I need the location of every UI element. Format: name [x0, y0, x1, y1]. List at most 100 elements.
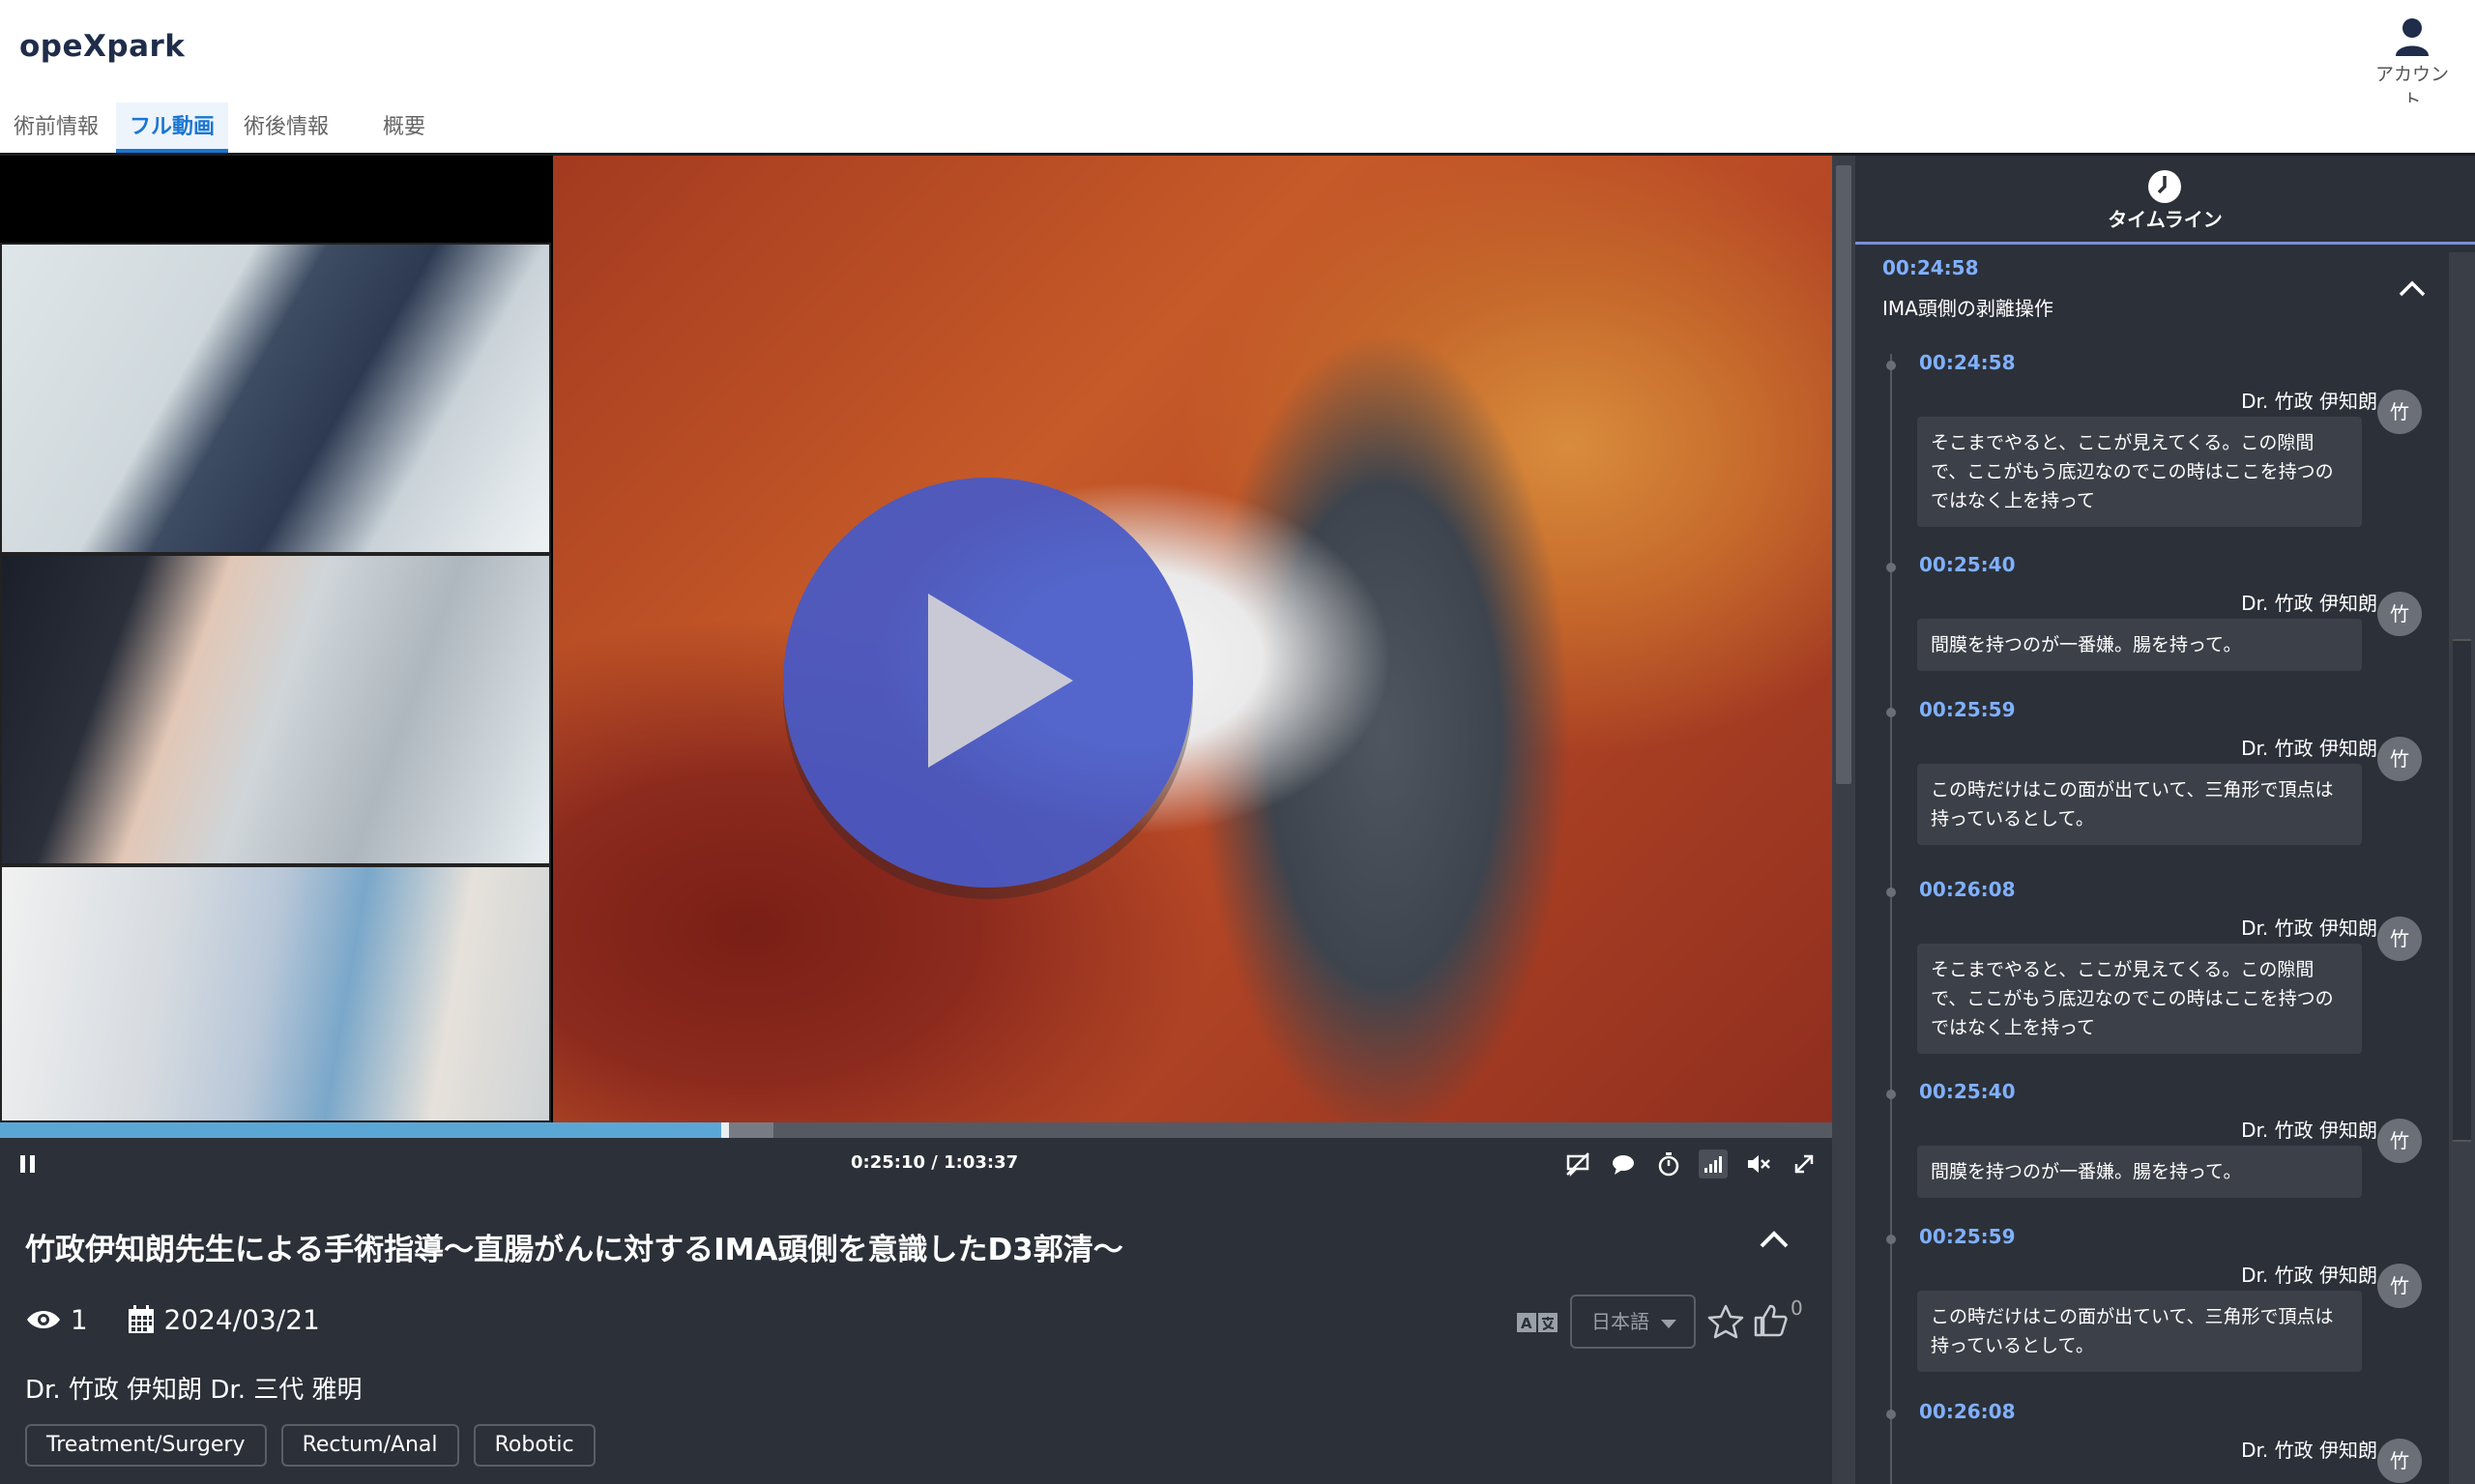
language-select[interactable]: 日本語: [1570, 1295, 1696, 1349]
entry-timestamp[interactable]: 00:26:08: [1919, 1400, 2016, 1423]
comment-bubble: この時だけはこの面が出ていて、三角形で頂点は持っているとして。: [1917, 1291, 2362, 1372]
played-bar: [0, 1122, 725, 1138]
timeline-tab-label: タイムライン: [2108, 208, 2223, 231]
comments-button[interactable]: [1609, 1149, 1638, 1178]
timeline-panel: タイムライン 00:24:58 IMA頭側の剥離操作 00:24:58 Dr. …: [1855, 156, 2475, 1484]
video-meta: 1 2024/03/21: [25, 1302, 320, 1336]
star-icon: [1707, 1304, 1744, 1339]
like-button[interactable]: [1752, 1302, 1789, 1343]
signal-bars-icon: [1704, 1156, 1722, 1173]
entry-author: Dr. 竹政 伊知朗: [2241, 917, 2377, 940]
entry-timestamp[interactable]: 00:26:08: [1919, 878, 2016, 901]
camera-view-console-2: [0, 554, 551, 865]
entry-timestamp[interactable]: 00:25:40: [1919, 553, 2016, 576]
page-scrollbar-thumb[interactable]: [1836, 165, 1851, 784]
comment-off-icon: [1566, 1152, 1589, 1178]
expand-icon: [1794, 1154, 1814, 1174]
play-icon: [928, 594, 1073, 768]
timeline-tab[interactable]: タイムライン: [1855, 156, 2475, 245]
tab-bar: 術前情報 フル動画 術後情報 概要: [0, 102, 2475, 156]
avatar: 竹: [2377, 592, 2422, 636]
avatar: 竹: [2377, 1264, 2422, 1308]
camera-view-operating-room: [0, 865, 551, 1122]
entry-timestamp[interactable]: 00:25:59: [1919, 1225, 2016, 1248]
timeline-dot: [1886, 1235, 1896, 1244]
user-icon: [2396, 18, 2429, 56]
avatar: 竹: [2377, 917, 2422, 961]
side-camera-panel: [0, 243, 551, 1122]
eye-icon: [27, 1311, 60, 1328]
entry-timestamp[interactable]: 00:25:40: [1919, 1080, 2016, 1103]
translate-icon: A: [1517, 1313, 1558, 1332]
chapter-timestamp[interactable]: 00:24:58: [1882, 256, 1979, 279]
favorite-button[interactable]: [1707, 1304, 1744, 1343]
quality-button[interactable]: [1699, 1149, 1728, 1178]
timeline-scrollbar-thumb[interactable]: [2453, 639, 2471, 1142]
volume-mute-icon: [1748, 1155, 1770, 1173]
calendar-icon: [128, 1305, 154, 1333]
tag-chip[interactable]: Treatment/Surgery: [25, 1424, 267, 1467]
timeline-dot: [1886, 1410, 1896, 1419]
entry-author: Dr. 竹政 伊知朗: [2241, 592, 2377, 615]
mute-button[interactable]: [1744, 1149, 1773, 1178]
timeline-dot: [1886, 708, 1896, 717]
time-display: 0:25:10 / 1:03:37: [851, 1152, 1019, 1173]
timeline-scrollbar[interactable]: [2449, 252, 2475, 1484]
tab-preop-info[interactable]: 術前情報: [0, 102, 112, 153]
comment-bubble: 間膜を持つのが一番嫌。腸を持って。: [1917, 619, 2362, 671]
timeline-dot: [1886, 1090, 1896, 1099]
caret-down-icon: [1661, 1320, 1676, 1328]
avatar: 竹: [2377, 1119, 2422, 1163]
like-count: 0: [1791, 1296, 1803, 1320]
progress-handle[interactable]: [721, 1122, 729, 1138]
timeline-dot: [1886, 887, 1896, 897]
tag-chip[interactable]: Robotic: [473, 1424, 596, 1467]
comments-off-button[interactable]: [1563, 1149, 1592, 1178]
app-logo[interactable]: opeXpark: [19, 29, 185, 64]
page-scrollbar[interactable]: [1832, 156, 1855, 1484]
collapse-info-button[interactable]: [1758, 1227, 1791, 1254]
entry-author: Dr. 竹政 伊知朗: [2241, 390, 2377, 413]
avatar: 竹: [2377, 390, 2422, 434]
thumbs-up-icon: [1754, 1304, 1788, 1337]
timeline-line: [1890, 354, 1892, 1484]
entry-timestamp[interactable]: 00:25:59: [1919, 698, 2016, 721]
collapse-chapter-button[interactable]: [2397, 277, 2428, 303]
account-button[interactable]: アカウント: [2369, 17, 2456, 112]
comment-bubble: そこまでやると、ここが見えてくる。この隙間で、ここがもう底辺なのでこの時はここを…: [1917, 417, 2362, 527]
pause-icon: [20, 1155, 35, 1173]
player-controls: 0:25:10 / 1:03:37: [0, 1138, 1832, 1188]
tab-overview[interactable]: 概要: [369, 102, 439, 153]
chevron-up-icon: [2399, 280, 2426, 297]
avatar: 竹: [2377, 737, 2422, 781]
video-progress-bar[interactable]: [0, 1122, 1832, 1138]
stopwatch-icon: [1658, 1152, 1679, 1177]
entry-timestamp[interactable]: 00:24:58: [1919, 351, 2016, 374]
timer-button[interactable]: [1654, 1149, 1683, 1178]
comment-bubble: 間膜を持つのが一番嫌。腸を持って。: [1917, 1146, 2362, 1198]
timeline-dot: [1886, 563, 1896, 572]
chevron-up-icon: [1760, 1231, 1789, 1248]
video-title: 竹政伊知朗先生による手術指導〜直腸がんに対するIMA頭側を意識したD3郭清〜: [25, 1233, 1123, 1267]
tab-full-video[interactable]: フル動画: [116, 102, 229, 153]
play-button[interactable]: [783, 478, 1193, 887]
entry-author: Dr. 竹政 伊知朗: [2241, 737, 2377, 760]
video-info-section: 竹政伊知朗先生による手術指導〜直腸がんに対するIMA頭側を意識したD3郭清〜 1…: [0, 1188, 1832, 1484]
view-count: 1: [70, 1303, 88, 1336]
entry-author: Dr. 竹政 伊知朗: [2241, 1119, 2377, 1142]
timeline-dot: [1886, 361, 1896, 370]
tag-list: Treatment/Surgery Rectum/Anal Robotic: [25, 1424, 605, 1467]
endoscope-video-view[interactable]: [553, 156, 1832, 1122]
fullscreen-button[interactable]: [1790, 1149, 1819, 1178]
tag-chip[interactable]: Rectum/Anal: [280, 1424, 459, 1467]
tab-postop-info[interactable]: 術後情報: [230, 102, 342, 153]
pause-button[interactable]: [14, 1149, 43, 1178]
upload-date: 2024/03/21: [163, 1303, 320, 1336]
svg-text:A: A: [1521, 1315, 1532, 1332]
clock-icon: [2148, 170, 2181, 203]
comment-bubble: この時だけはこの面が出ていて、三角形で頂点は持っているとして。: [1917, 764, 2362, 845]
avatar: 竹: [2377, 1439, 2422, 1483]
translate-button[interactable]: A: [1516, 1312, 1558, 1337]
entry-author: Dr. 竹政 伊知朗: [2241, 1264, 2377, 1287]
chapter-title: IMA頭側の剥離操作: [1882, 297, 2053, 320]
